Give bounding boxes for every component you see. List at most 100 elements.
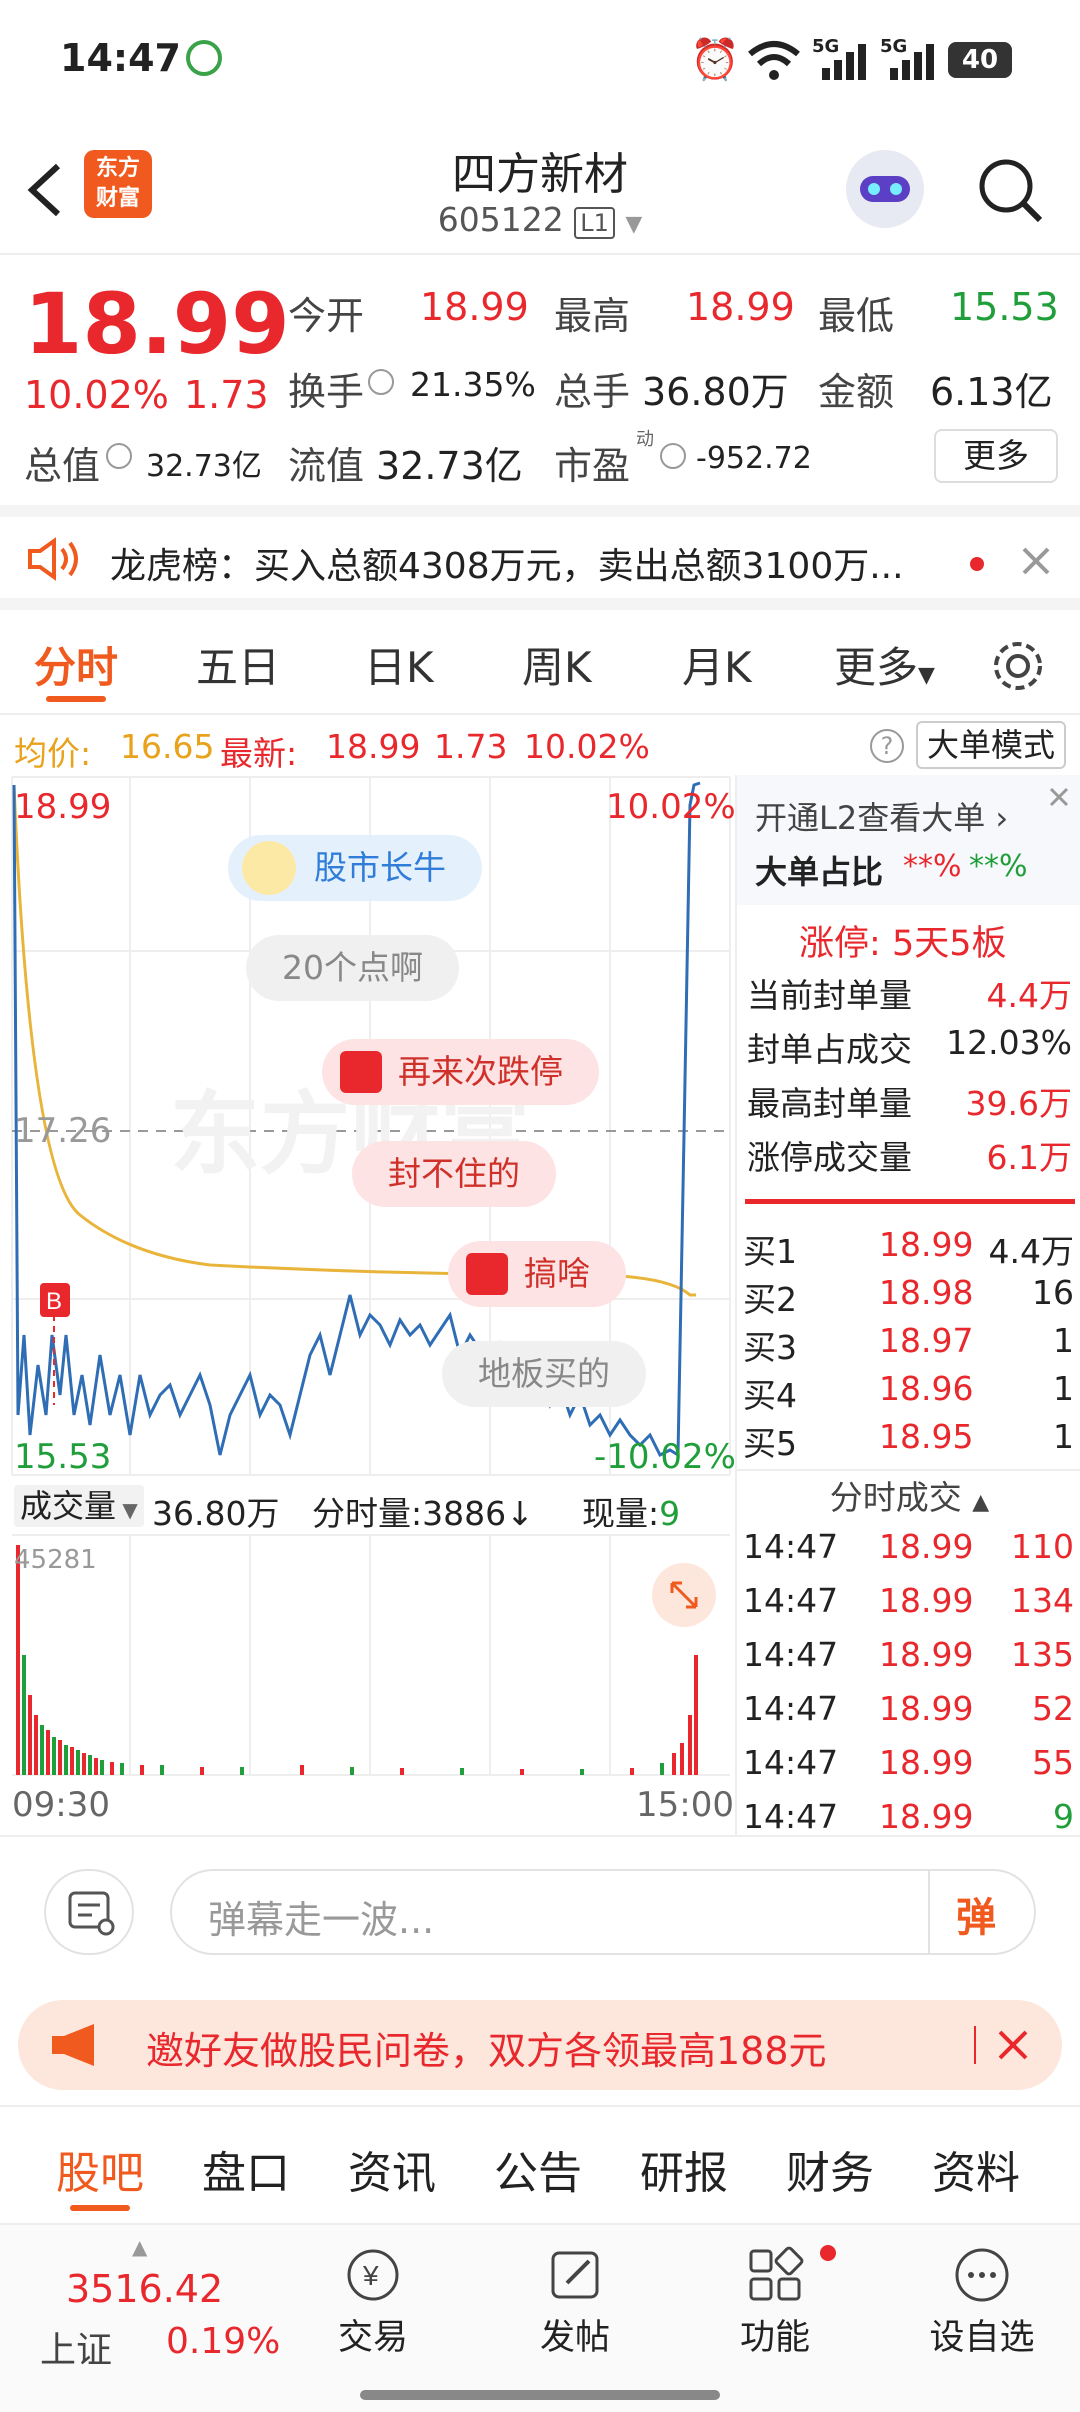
functions-label: 功能: [739, 2318, 810, 2358]
chart-top-price: 18.99: [14, 787, 112, 827]
amount-label: 金额: [818, 370, 895, 414]
tab-profile[interactable]: 资料: [932, 2137, 1020, 2201]
functions-button[interactable]: 功能: [720, 2245, 836, 2395]
dragon-tiger-notice[interactable]: 龙虎榜：买入总额4308万元，卖出总额3100万...: [0, 505, 1080, 610]
trade-button[interactable]: ¥ 交易: [318, 2245, 428, 2395]
bid-level: 买4: [743, 1376, 797, 1415]
danmu-placeholder: 弹幕走一波...: [208, 1898, 435, 1942]
danmu-settings-icon[interactable]: [44, 1869, 134, 1955]
volume-max: 45281: [14, 1545, 97, 1575]
expand-icon[interactable]: [652, 1563, 716, 1627]
tab-five-day[interactable]: 五日: [196, 634, 280, 695]
post-label: 发帖: [539, 2318, 610, 2358]
signal-icon-2: [890, 44, 934, 80]
rabbit-avatar-icon: [242, 841, 296, 895]
eastmoney-logo[interactable]: 东方 财富: [84, 150, 152, 218]
megaphone-icon: [52, 2024, 94, 2066]
danmu-input[interactable]: 弹幕走一波... 弹: [170, 1869, 1036, 1955]
notice-text: 龙虎榜：买入总额4308万元，卖出总额3100万...: [110, 546, 904, 587]
index-name: 上证: [40, 2330, 113, 2371]
volume-type-label: 成交量: [20, 1487, 117, 1525]
tab-financials[interactable]: 财务: [786, 2137, 874, 2201]
tab-monthly-k[interactable]: 月K: [682, 634, 752, 695]
status-time: 14:47: [60, 36, 181, 80]
tick-row: 14:47 18.99 55: [737, 1743, 1080, 1795]
tab-daily-k[interactable]: 日K: [364, 634, 434, 695]
tick-trades-label: 分时成交: [829, 1478, 962, 1517]
more-button[interactable]: 更多: [934, 429, 1058, 483]
l2-promo-label: 开通L2查看大单: [755, 799, 986, 837]
post-button[interactable]: 发帖: [520, 2245, 630, 2395]
turnover-label: 换手: [288, 370, 365, 414]
tick-trades-header[interactable]: 分时成交 ▲: [737, 1467, 1080, 1529]
add-favorite-button[interactable]: 设自选: [922, 2245, 1042, 2395]
limit-up-streak: 涨停: 5天5板: [799, 915, 1006, 966]
danmu-send-button[interactable]: 弹: [956, 1885, 996, 1943]
dropdown-arrow-icon: ▼: [625, 212, 643, 237]
add-favorite-label: 设自选: [929, 2318, 1035, 2358]
tab-intraday[interactable]: 分时: [34, 634, 118, 695]
chart-period-tabs: 分时 五日 日K 周K 月K 更多▼: [0, 610, 1080, 715]
l2-promo[interactable]: 开通L2查看大单 › 大单占比 **% **%: [737, 775, 1080, 905]
pe-label: 市盈: [554, 444, 631, 488]
index-percent: 0.19%: [166, 2321, 281, 2362]
invite-close-icon[interactable]: [994, 2026, 1032, 2064]
danmu-bubble-3[interactable]: 再来次跌停: [322, 1039, 599, 1105]
settings-gear-icon[interactable]: [990, 638, 1046, 694]
tick-volume: 55: [1032, 1743, 1074, 1782]
logo-line-1: 东方: [95, 156, 140, 181]
wifi-icon: [748, 41, 800, 80]
high-value: 18.99: [686, 285, 795, 329]
index-ticker[interactable]: ▲ 3516.42 上证 0.19%: [20, 2235, 280, 2385]
search-icon[interactable]: [976, 156, 1046, 226]
tick-row: 14:47 18.99 110: [737, 1527, 1080, 1579]
stat-row: 封单占成交 12.03%: [737, 1023, 1080, 1075]
tab-weekly-k[interactable]: 周K: [522, 634, 592, 695]
tick-row: 14:47 18.99 52: [737, 1689, 1080, 1741]
open-value: 18.99: [420, 285, 529, 329]
tick-row: 14:47 18.99 134: [737, 1581, 1080, 1633]
tab-order-book[interactable]: 盘口: [202, 2137, 290, 2201]
promo-close-icon[interactable]: [1045, 783, 1073, 811]
invite-banner[interactable]: 邀好友做股民问卷，双方各领最高188元: [18, 2000, 1062, 2090]
home-indicator: [360, 2390, 720, 2400]
firecracker-icon-2: [466, 1253, 508, 1295]
bid-row: 买2 18.98 16: [737, 1273, 1080, 1325]
info-icon-3[interactable]: [660, 443, 686, 469]
stock-code-row[interactable]: 605122 L1 ▼: [340, 200, 740, 239]
robot-assistant-avatar[interactable]: [846, 150, 924, 228]
info-icon[interactable]: [368, 369, 394, 395]
last-value: 18.99: [326, 727, 421, 766]
trade-label: 交易: [337, 2318, 408, 2358]
help-icon[interactable]: ?: [870, 729, 904, 763]
danmu-bubble-6[interactable]: 地板买的: [442, 1341, 646, 1407]
functions-badge-dot: [820, 2245, 836, 2261]
danmu-bar: 弹幕走一波... 弹: [0, 1835, 1080, 1970]
bid-price: 18.96: [879, 1369, 974, 1408]
buy-marker-label: B: [46, 1288, 62, 1315]
tab-more[interactable]: 更多▼: [834, 634, 935, 695]
stat-label: 最高封单量: [747, 1084, 912, 1123]
danmu-text-2: 20个点啊: [282, 948, 423, 987]
tab-announcements[interactable]: 公告: [494, 2137, 582, 2201]
volume-bars: [16, 1545, 698, 1775]
tab-forum[interactable]: 股吧: [56, 2137, 144, 2201]
chart-svg[interactable]: 东方财富 B: [0, 775, 735, 1835]
danmu-bubble-2[interactable]: 20个点啊: [246, 935, 459, 1001]
back-arrow-icon[interactable]: [24, 160, 64, 220]
danmu-bubble-4[interactable]: 封不住的: [352, 1141, 556, 1207]
volume-type-selector[interactable]: 成交量 ▼: [14, 1485, 144, 1527]
stat-row: 当前封单量 4.4万: [737, 969, 1080, 1021]
tab-news[interactable]: 资讯: [348, 2137, 436, 2201]
danmu-bubble-5[interactable]: 搞啥: [448, 1241, 626, 1307]
intraday-chart[interactable]: 东方财富 B 18.99 10.02% 17.26 15.53 -10.02% …: [0, 775, 736, 1835]
big-order-mode-button[interactable]: 大单模式: [916, 721, 1066, 769]
info-icon-2[interactable]: [106, 443, 132, 469]
close-icon[interactable]: [1020, 545, 1052, 577]
tick-volume: 52: [1032, 1689, 1074, 1728]
tab-research[interactable]: 研报: [640, 2137, 728, 2201]
bid-row: 买1 18.99 4.4万: [737, 1225, 1080, 1277]
current-volume: 现量:9: [582, 1487, 680, 1535]
quote-panel: 18.99 10.02% 1.73 今开 18.99 最高 18.99 最低 1…: [0, 255, 1080, 505]
danmu-bubble-1[interactable]: 股市长牛: [228, 835, 482, 901]
